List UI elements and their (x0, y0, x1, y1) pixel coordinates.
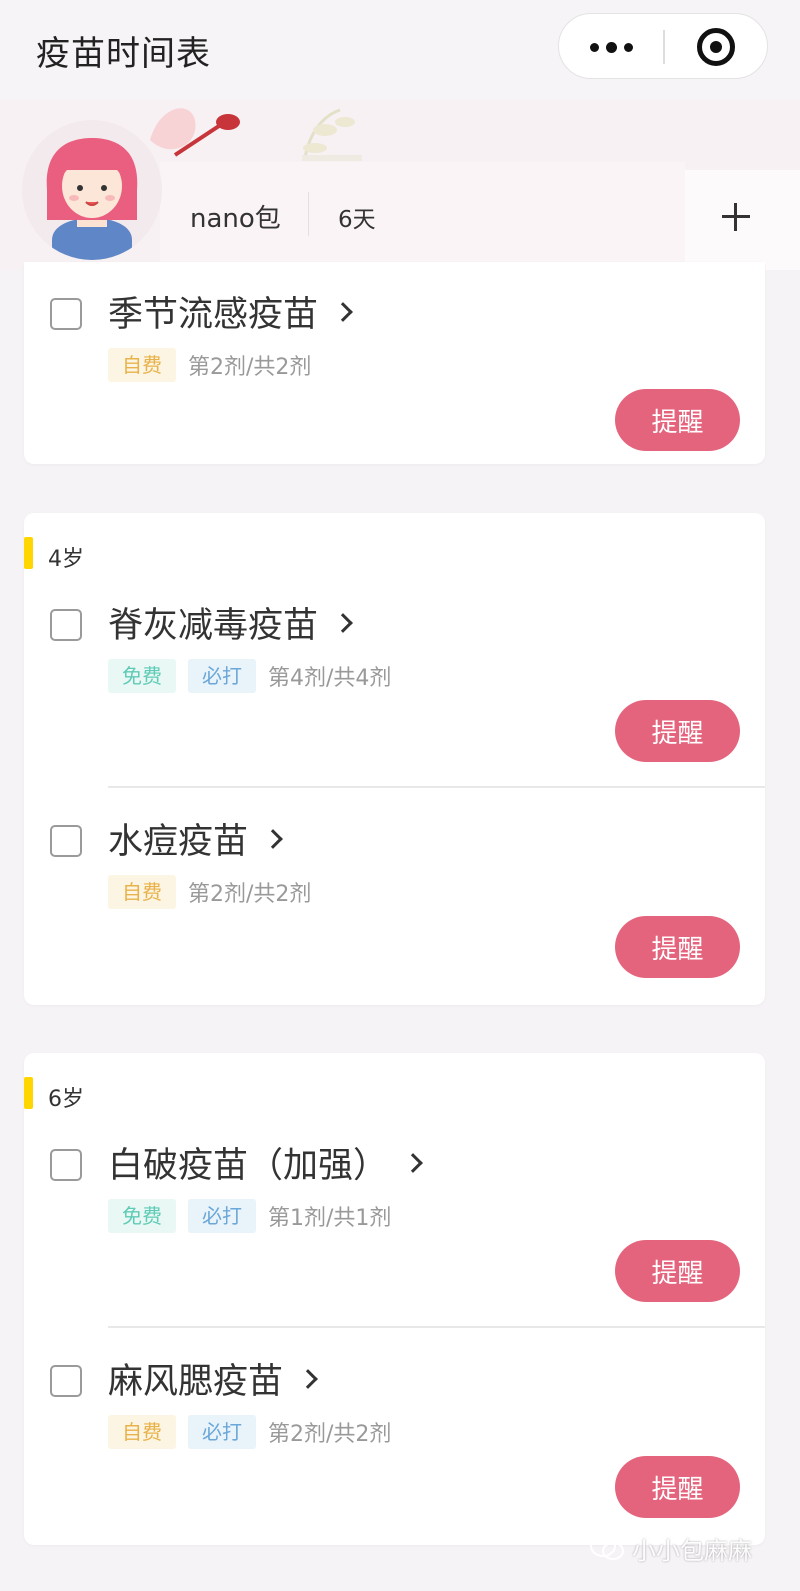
age-group-card: 4岁 脊灰减毒疫苗 免费 必打 第4剂/共4剂 提醒 水痘疫苗 自费 第2剂/共… (24, 513, 765, 1005)
mini-program-capsule (558, 13, 768, 79)
vaccine-item: 白破疫苗（加强） 免费 必打 第1剂/共1剂 提醒 (24, 1133, 765, 1353)
remind-button[interactable]: 提醒 (615, 1456, 740, 1518)
vaccine-name-link[interactable]: 白破疫苗（加强） (108, 1137, 423, 1188)
info-separator (308, 192, 309, 236)
tag-self-paid: 自费 (108, 1415, 176, 1449)
vaccine-checkbox[interactable] (50, 609, 82, 641)
vaccine-item: 脊灰减毒疫苗 免费 必打 第4剂/共4剂 提醒 (24, 593, 765, 813)
remind-button[interactable]: 提醒 (615, 389, 740, 451)
chevron-right-icon (298, 1369, 318, 1389)
age-label: 6岁 (48, 1087, 84, 1112)
tag-required: 必打 (188, 659, 256, 693)
nav-bar: 疫苗时间表 (0, 0, 800, 100)
vaccine-name: 水痘疫苗 (108, 822, 249, 862)
child-age: 6天 (338, 207, 376, 233)
vaccine-name-link[interactable]: 脊灰减毒疫苗 (108, 597, 353, 648)
chevron-right-icon (333, 613, 353, 633)
plus-icon[interactable] (722, 203, 750, 231)
tag-free: 免费 (108, 659, 176, 693)
tag-self-paid: 自费 (108, 875, 176, 909)
target-icon[interactable] (697, 28, 735, 66)
remind-button[interactable]: 提醒 (615, 916, 740, 978)
decoration-illustration (150, 108, 362, 161)
vaccine-name: 季节流感疫苗 (108, 295, 319, 335)
ellipsis-icon[interactable] (559, 14, 663, 80)
chevron-right-icon (263, 829, 283, 849)
wechat-icon (590, 1535, 624, 1560)
age-group-card: 季节流感疫苗 自费 第2剂/共2剂 提醒 (24, 262, 765, 464)
dose-info: 第2剂/共2剂 (188, 355, 312, 380)
item-divider (108, 786, 765, 788)
tag-required: 必打 (188, 1199, 256, 1233)
avatar[interactable] (22, 120, 162, 260)
vaccine-item: 季节流感疫苗 自费 第2剂/共2剂 提醒 (24, 282, 765, 502)
item-divider (108, 1326, 765, 1328)
tag-required: 必打 (188, 1415, 256, 1449)
vaccine-name-link[interactable]: 季节流感疫苗 (108, 286, 353, 337)
remind-button[interactable]: 提醒 (615, 1240, 740, 1302)
dose-info: 第1剂/共1剂 (268, 1206, 392, 1231)
tag-self-paid: 自费 (108, 348, 176, 382)
age-group-card: 6岁 白破疫苗（加强） 免费 必打 第1剂/共1剂 提醒 麻风腮疫苗 自费 必打… (24, 1053, 765, 1545)
vaccine-name-link[interactable]: 麻风腮疫苗 (108, 1353, 318, 1404)
chevron-right-icon (403, 1153, 423, 1173)
watermark: 小小包麻麻 (590, 1528, 752, 1568)
child-avatar-icon (22, 120, 162, 260)
vaccine-checkbox[interactable] (50, 825, 82, 857)
child-name[interactable]: nano包 (190, 198, 281, 235)
page-title: 疫苗时间表 (36, 34, 211, 74)
vaccine-checkbox[interactable] (50, 1365, 82, 1397)
tag-free: 免费 (108, 1199, 176, 1233)
vaccine-name: 脊灰减毒疫苗 (108, 606, 319, 646)
dose-info: 第2剂/共2剂 (188, 882, 312, 907)
age-marker (24, 1077, 33, 1109)
remind-button[interactable]: 提醒 (615, 700, 740, 762)
dose-info: 第4剂/共4剂 (268, 666, 392, 691)
vaccine-name: 白破疫苗（加强） (108, 1146, 389, 1186)
chevron-right-icon (333, 302, 353, 322)
vaccine-name-link[interactable]: 水痘疫苗 (108, 813, 283, 864)
dose-info: 第2剂/共2剂 (268, 1422, 392, 1447)
age-marker (24, 537, 33, 569)
vaccine-checkbox[interactable] (50, 298, 82, 330)
profile-header: nano包 6天 (0, 100, 800, 270)
watermark-text: 小小包麻麻 (632, 1536, 752, 1565)
vaccine-checkbox[interactable] (50, 1149, 82, 1181)
age-label: 4岁 (48, 547, 84, 572)
vaccine-name: 麻风腮疫苗 (108, 1362, 284, 1402)
vaccine-item: 水痘疫苗 自费 第2剂/共2剂 提醒 (24, 809, 765, 1029)
capsule-divider (663, 30, 665, 64)
